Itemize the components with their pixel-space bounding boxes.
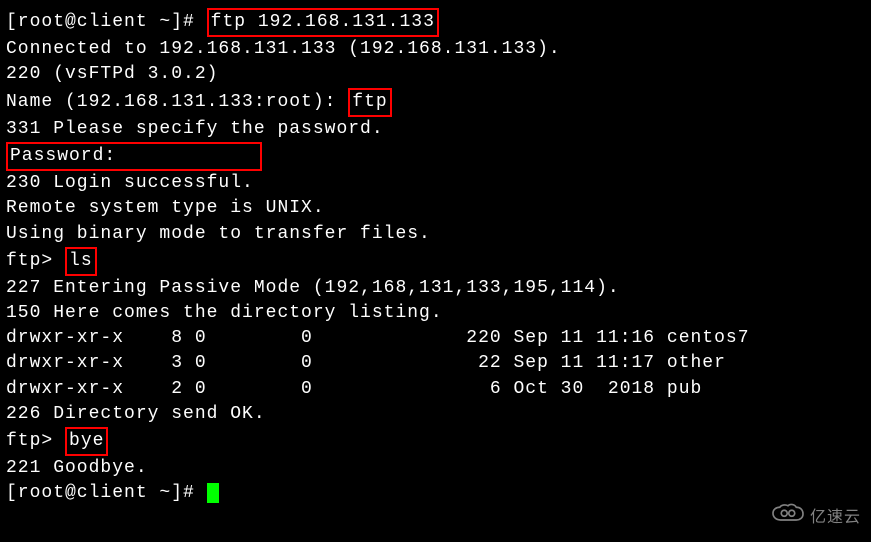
password-prompt[interactable]: Password:	[6, 142, 262, 171]
ftp-ls-line: ftp> ls	[6, 247, 865, 276]
shell-line: [root@client ~]# ftp 192.168.131.133	[6, 8, 865, 37]
name-prompt-line: Name (192.168.131.133:root): ftp	[6, 88, 865, 117]
name-prompt-label: Name (192.168.131.133:root):	[6, 92, 348, 112]
output-221: 221 Goodbye.	[6, 456, 865, 481]
cursor-icon[interactable]	[207, 483, 219, 503]
login-username-input[interactable]: ftp	[348, 88, 391, 117]
cmd-ftp-connect[interactable]: ftp 192.168.131.133	[207, 8, 439, 37]
listing-row: drwxr-xr-x 8 0 0 220 Sep 11 11:16 centos…	[6, 326, 865, 351]
cloud-icon	[770, 503, 806, 534]
output-remote-type: Remote system type is UNIX.	[6, 196, 865, 221]
output-connected: Connected to 192.168.131.133 (192.168.13…	[6, 37, 865, 62]
listing-row: drwxr-xr-x 3 0 0 22 Sep 11 11:17 other	[6, 351, 865, 376]
output-227: 227 Entering Passive Mode (192,168,131,1…	[6, 276, 865, 301]
cmd-bye[interactable]: bye	[65, 427, 108, 456]
shell-prompt: [root@client ~]#	[6, 12, 207, 32]
shell-prompt: [root@client ~]#	[6, 483, 207, 503]
listing-row: drwxr-xr-x 2 0 0 6 Oct 30 2018 pub	[6, 377, 865, 402]
ftp-prompt: ftp>	[6, 431, 65, 451]
output-150: 150 Here comes the directory listing.	[6, 301, 865, 326]
output-230: 230 Login successful.	[6, 171, 865, 196]
shell-line-end: [root@client ~]#	[6, 481, 865, 506]
password-line: Password:	[6, 142, 865, 171]
cmd-ls[interactable]: ls	[65, 247, 97, 276]
output-binary-mode: Using binary mode to transfer files.	[6, 222, 865, 247]
ftp-bye-line: ftp> bye	[6, 427, 865, 456]
output-331: 331 Please specify the password.	[6, 117, 865, 142]
output-226: 226 Directory send OK.	[6, 402, 865, 427]
watermark: 亿速云	[770, 503, 861, 534]
watermark-text: 亿速云	[810, 507, 861, 529]
ftp-prompt: ftp>	[6, 251, 65, 271]
output-banner-220: 220 (vsFTPd 3.0.2)	[6, 62, 865, 87]
